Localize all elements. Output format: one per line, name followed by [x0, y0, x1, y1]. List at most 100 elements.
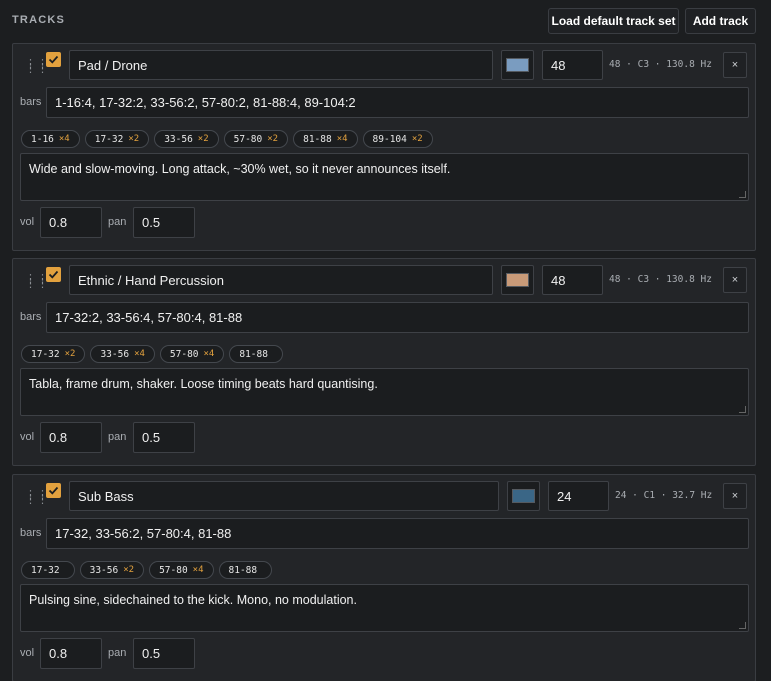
chip-multiplier: ×2 [123, 565, 135, 575]
midi-note-input[interactable]: 48 [542, 50, 603, 80]
color-swatch [506, 58, 529, 72]
note-readout: 24 · C1 · 32.7 Hz [615, 490, 713, 501]
track-name-input[interactable]: Pad / Drone [69, 50, 493, 80]
remove-track-button[interactable]: × [723, 267, 747, 293]
drag-handle-icon[interactable]: ⋮⋮ ⋮⋮ [25, 490, 48, 506]
track-enabled-checkbox[interactable] [46, 52, 61, 67]
chip-multiplier: ×4 [203, 349, 215, 359]
track-notes-textarea[interactable]: Wide and slow-moving. Long attack, ~30% … [20, 153, 749, 201]
bars-label: bars [20, 527, 42, 539]
chip-multiplier: ×2 [64, 349, 76, 359]
chip-range: 81-88 [239, 348, 268, 360]
track-enabled-checkbox[interactable] [46, 483, 61, 498]
bar-range-chip[interactable]: 17-32 [21, 561, 75, 579]
bars-input[interactable]: 17-32, 33-56:2, 57-80:4, 81-88 [46, 518, 749, 549]
bar-range-chip[interactable]: 57-80 ×4 [149, 561, 214, 579]
volume-input[interactable]: 0.8 [40, 207, 102, 238]
track-color-picker[interactable] [507, 481, 540, 511]
chip-range: 57-80 [159, 564, 188, 576]
note-readout: 48 · C3 · 130.8 Hz [609, 59, 712, 70]
resize-handle-icon[interactable] [739, 622, 746, 629]
add-track-button[interactable]: Add track [685, 8, 756, 34]
bar-range-chip[interactable]: 33-56 ×4 [90, 345, 155, 363]
chip-multiplier: ×2 [197, 134, 209, 144]
bar-range-chip[interactable]: 89-104 ×2 [362, 130, 433, 148]
volume-input[interactable]: 0.8 [40, 638, 102, 669]
chip-multiplier: ×2 [411, 134, 423, 144]
track-color-picker[interactable] [501, 50, 534, 80]
bar-range-chip[interactable]: 81-88 [218, 561, 273, 579]
resize-handle-icon[interactable] [739, 406, 746, 413]
chip-range: 57-80 [233, 133, 263, 145]
color-swatch [512, 489, 535, 503]
checkmark-icon [48, 270, 59, 279]
bar-range-chips: 1-16 ×4 17-32 ×2 33-56 ×2 57-80 ×2 81-88… [21, 130, 433, 148]
notes-text: Tabla, frame drum, shaker. Loose timing … [29, 377, 378, 391]
chip-range: 33-56 [89, 564, 119, 576]
color-swatch [506, 273, 529, 287]
vol-label: vol [20, 216, 35, 228]
chip-range: 89-104 [372, 133, 407, 145]
chip-range: 1-16 [31, 133, 54, 145]
chip-multiplier: ×2 [128, 134, 140, 144]
track-card: ⋮⋮ ⋮⋮ Ethnic / Hand Percussion 48 48 · C3… [12, 258, 756, 466]
bar-range-chip[interactable]: 17-32 ×2 [21, 345, 86, 363]
load-default-track-set-button[interactable]: Load default track set [548, 8, 679, 34]
pan-input[interactable]: 0.5 [133, 638, 195, 669]
chip-multiplier: ×4 [192, 565, 204, 575]
remove-track-button[interactable]: × [723, 483, 747, 509]
checkmark-icon [48, 55, 59, 64]
drag-handle-icon[interactable]: ⋮⋮ ⋮⋮ [25, 59, 48, 75]
track-name-input[interactable]: Ethnic / Hand Percussion [69, 265, 493, 295]
bar-range-chip[interactable]: 1-16 ×4 [21, 130, 80, 148]
pan-input[interactable]: 0.5 [133, 422, 195, 453]
bar-range-chip[interactable]: 57-80 ×4 [159, 345, 225, 363]
midi-note-input[interactable]: 24 [548, 481, 609, 511]
track-color-picker[interactable] [501, 265, 534, 295]
volume-input[interactable]: 0.8 [40, 422, 102, 453]
note-readout: 48 · C3 · 130.8 Hz [609, 274, 712, 285]
bar-range-chip[interactable]: 33-56 ×2 [79, 561, 145, 579]
chip-multiplier: ×4 [134, 349, 145, 359]
chip-range: 33-56 [100, 348, 130, 360]
bar-range-chips: 17-32 33-56 ×2 57-80 ×4 81-88 [21, 561, 273, 579]
pan-label: pan [108, 216, 127, 228]
resize-handle-icon[interactable] [739, 191, 746, 198]
tracks-header: TRACKS Load default track set Add track [0, 0, 771, 40]
bar-range-chips: 17-32 ×2 33-56 ×4 57-80 ×4 81-88 [21, 345, 283, 363]
remove-track-button[interactable]: × [723, 52, 747, 78]
chip-range: 17-32 [31, 348, 60, 360]
bar-range-chip[interactable]: 81-88 [229, 345, 283, 363]
pan-label: pan [108, 647, 127, 659]
track-notes-textarea[interactable]: Pulsing sine, sidechained to the kick. M… [20, 584, 749, 632]
chip-range: 81-88 [303, 133, 332, 145]
pan-input[interactable]: 0.5 [133, 207, 195, 238]
chip-multiplier: ×4 [58, 134, 70, 144]
bar-range-chip[interactable]: 81-88 ×4 [293, 130, 358, 148]
drag-handle-icon[interactable]: ⋮⋮ ⋮⋮ [25, 274, 48, 290]
chip-range: 57-80 [169, 348, 199, 360]
midi-note-input[interactable]: 48 [542, 265, 603, 295]
chip-range: 17-32 [31, 564, 60, 576]
chip-range: 81-88 [228, 564, 258, 576]
bars-input[interactable]: 17-32:2, 33-56:4, 57-80:4, 81-88 [46, 302, 749, 333]
bar-range-chip[interactable]: 57-80 ×2 [223, 130, 289, 148]
track-notes-textarea[interactable]: Tabla, frame drum, shaker. Loose timing … [20, 368, 749, 416]
bar-range-chip[interactable]: 33-56 ×2 [154, 130, 219, 148]
notes-text: Pulsing sine, sidechained to the kick. M… [29, 593, 357, 607]
track-name-input[interactable]: Sub Bass [69, 481, 499, 511]
checkmark-icon [48, 486, 59, 495]
close-icon: × [731, 274, 739, 286]
vol-label: vol [20, 647, 35, 659]
bar-range-chip[interactable]: 17-32 ×2 [84, 130, 150, 148]
pan-label: pan [108, 431, 127, 443]
bars-input[interactable]: 1-16:4, 17-32:2, 33-56:2, 57-80:2, 81-88… [46, 87, 749, 118]
track-enabled-checkbox[interactable] [46, 267, 61, 282]
close-icon: × [731, 490, 739, 502]
bars-label: bars [20, 311, 42, 323]
track-card: ⋮⋮ ⋮⋮ Pad / Drone 48 48 · C3 · 130.8 Hz ×… [12, 43, 756, 251]
bars-label: bars [20, 96, 42, 108]
track-card: ⋮⋮ ⋮⋮ Sub Bass 24 24 · C1 · 32.7 Hz × bar… [12, 474, 756, 681]
chip-multiplier: ×2 [267, 134, 279, 144]
chip-range: 33-56 [164, 133, 193, 145]
